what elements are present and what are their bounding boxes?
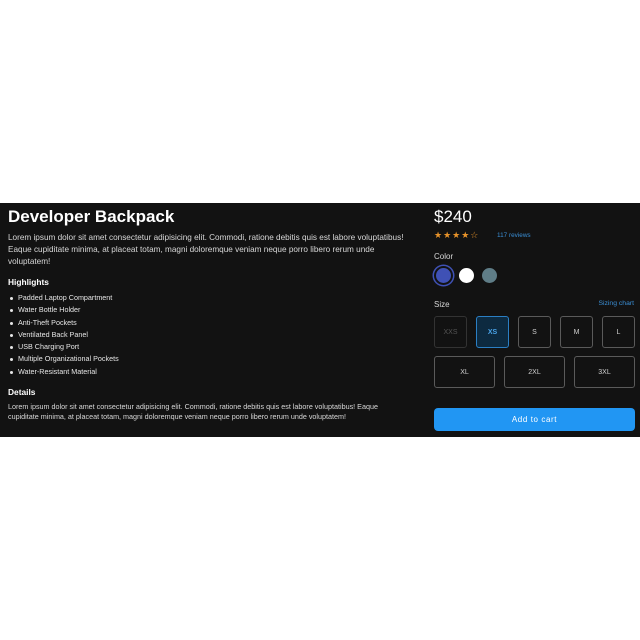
highlights-heading: Highlights bbox=[8, 277, 49, 287]
details-heading: Details bbox=[8, 387, 36, 397]
highlights-list: Padded Laptop Compartment Water Bottle H… bbox=[8, 292, 119, 378]
size-option-xl[interactable]: XL bbox=[434, 356, 495, 388]
size-option-xs[interactable]: XS bbox=[476, 316, 509, 348]
color-swatch-white[interactable] bbox=[459, 268, 474, 283]
star-icon: ★★★★ bbox=[434, 230, 471, 240]
size-option-m[interactable]: M bbox=[560, 316, 593, 348]
size-option-2xl[interactable]: 2XL bbox=[504, 356, 565, 388]
price: $240 bbox=[434, 207, 472, 226]
highlight-item: Water Bottle Holder bbox=[8, 304, 119, 316]
size-option-3xl[interactable]: 3XL bbox=[574, 356, 635, 388]
size-option-xxs[interactable]: XXS bbox=[434, 316, 467, 348]
details-text: Lorem ipsum dolor sit amet consectetur a… bbox=[8, 402, 378, 421]
product-description: Lorem ipsum dolor sit amet consectetur a… bbox=[8, 233, 404, 267]
color-label: Color bbox=[434, 252, 454, 261]
highlight-item: Water-Resistant Material bbox=[8, 366, 119, 378]
product-title: Developer Backpack bbox=[8, 207, 175, 226]
highlight-item: Ventilated Back Panel bbox=[8, 329, 119, 341]
highlight-item: USB Charging Port bbox=[8, 341, 119, 353]
highlight-item: Multiple Organizational Pockets bbox=[8, 353, 119, 365]
sizing-chart-link[interactable]: Sizing chart bbox=[598, 300, 634, 307]
color-swatch-slate[interactable] bbox=[482, 268, 497, 283]
size-option-l[interactable]: L bbox=[602, 316, 635, 348]
size-option-s[interactable]: S bbox=[518, 316, 551, 348]
product-panel: Developer Backpack Lorem ipsum dolor sit… bbox=[0, 203, 640, 437]
add-to-cart-button[interactable]: Add to cart bbox=[434, 408, 635, 431]
highlight-item: Anti-Theft Pockets bbox=[8, 317, 119, 329]
reviews-link[interactable]: 117 reviews bbox=[497, 232, 531, 239]
rating-stars: ★★★★☆ bbox=[434, 230, 479, 241]
color-swatch-indigo[interactable] bbox=[436, 268, 451, 283]
star-outline-icon: ☆ bbox=[470, 230, 480, 240]
size-label: Size bbox=[434, 300, 450, 309]
highlight-item: Padded Laptop Compartment bbox=[8, 292, 119, 304]
